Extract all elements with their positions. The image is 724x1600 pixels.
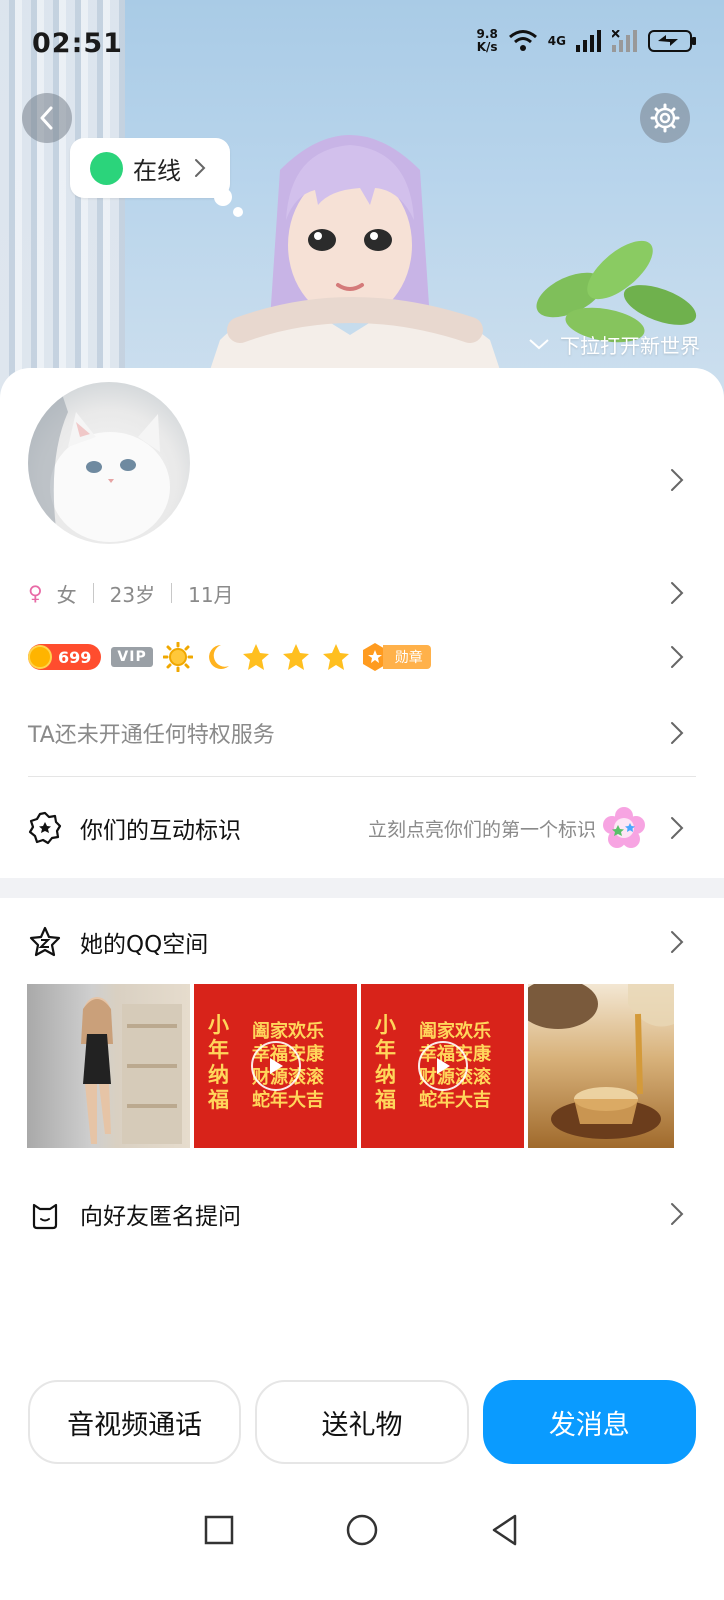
cat-avatar-image [28, 382, 170, 544]
status-time: 02:51 [32, 28, 123, 59]
badges-row[interactable]: 699 VIP 勋章 [0, 634, 724, 680]
hero-avatar-character [210, 135, 500, 370]
bubble-tail [214, 188, 232, 206]
qzone-photo[interactable] [27, 984, 190, 1148]
cat-face-icon [32, 1203, 58, 1230]
qzone-title: 她的QQ空间 [80, 932, 209, 958]
chevron-right-icon [671, 931, 684, 953]
action-bar: 音视频通话 送礼物 发消息 [28, 1380, 696, 1464]
wifi-icon [508, 30, 537, 51]
recent-apps-icon[interactable] [203, 1514, 235, 1546]
birthday: 11月 [188, 582, 234, 607]
coin-icon [28, 645, 52, 669]
coin-badge: 699 [28, 644, 102, 670]
qzone-video-thumbnail[interactable]: 小年 纳福 阖家欢乐 幸福安康 财源滚滚 蛇年大吉 [361, 984, 524, 1148]
settings-button[interactable] [640, 93, 690, 143]
flower-icon [603, 807, 645, 848]
qzone-row[interactable]: 她的QQ空间 [0, 916, 724, 968]
qzone-star-icon [29, 926, 61, 957]
home-icon[interactable] [345, 1513, 379, 1547]
star-icon [282, 644, 309, 670]
photo-person-image [81, 997, 182, 1144]
interaction-badge-icon [28, 811, 62, 845]
profile-hero[interactable]: 02:51 9.8 K/s 4G 在线 下拉打开新世界 [0, 0, 724, 420]
chevron-right-icon [671, 582, 684, 604]
interaction-mark-row[interactable]: 你们的互动标识 立刻点亮你们的第一个标识 [0, 798, 724, 858]
status-bar: 02:51 9.8 K/s 4G [0, 0, 724, 90]
basic-info-row[interactable]: ♀ 女 23岁 11月 [0, 568, 724, 618]
profile-detail-chevron[interactable] [670, 468, 684, 492]
network-speed: 9.8 K/s [477, 28, 498, 54]
avatar[interactable] [28, 382, 190, 544]
network-type: 4G [547, 34, 566, 48]
send-gift-button[interactable]: 送礼物 [255, 1380, 469, 1464]
star-icon [242, 644, 269, 670]
online-status-label: 在线 [133, 156, 181, 185]
pull-down-hint: 下拉打开新世界 [528, 330, 700, 359]
chevron-right-icon [671, 646, 684, 668]
video-call-button[interactable]: 音视频通话 [28, 1380, 242, 1464]
chevron-down-icon [529, 338, 549, 349]
network-speed-unit: K/s [476, 40, 498, 54]
separator [171, 583, 173, 603]
chevron-left-icon [40, 106, 53, 130]
medal-label: 勋章 [382, 645, 431, 669]
qzone-photo[interactable] [528, 984, 674, 1148]
qzone-video-thumbnail[interactable]: 小年 纳福 阖家欢乐 幸福安康 财源滚滚 蛇年大吉 [194, 984, 357, 1148]
coin-count: 699 [58, 647, 92, 667]
pull-down-hint-text: 下拉打开新世界 [560, 334, 700, 358]
privilege-row[interactable]: TA还未开通任何特权服务 [0, 708, 724, 758]
chevron-right-icon [195, 159, 206, 177]
section-separator [0, 878, 724, 898]
online-dot [90, 151, 123, 185]
play-icon [417, 1041, 468, 1091]
battery-charging-icon [648, 30, 696, 52]
vip-badge: VIP [111, 647, 153, 667]
interaction-title: 你们的互动标识 [80, 818, 241, 844]
privilege-text: TA还未开通任何特权服务 [28, 723, 275, 748]
send-message-button[interactable]: 发消息 [482, 1380, 696, 1464]
female-icon: ♀ [28, 581, 43, 605]
status-icons: 9.8 K/s 4G [477, 28, 698, 54]
star-icon [322, 644, 349, 670]
anonymous-question-title: 向好友匿名提问 [80, 1204, 241, 1230]
divider [28, 776, 696, 777]
online-status-bubble[interactable]: 在线 [70, 138, 230, 198]
chevron-right-icon [671, 1203, 684, 1225]
chevron-right-icon [671, 722, 684, 744]
system-navigation-bar [0, 1490, 724, 1570]
moon-icon [208, 645, 229, 669]
age: 23岁 [109, 582, 156, 607]
signal-no-service-icon [612, 30, 637, 52]
sun-icon [162, 642, 193, 672]
gear-icon [650, 103, 680, 133]
qzone-photos: 小年 纳福 阖家欢乐 幸福安康 财源滚滚 蛇年大吉 小年 纳福 阖家欢乐 幸福安康 财… [27, 984, 697, 1148]
interaction-hint-text: 立刻点亮你们的第一个标识 [367, 818, 596, 841]
tea-image [528, 984, 674, 1139]
bubble-tail-small [233, 207, 243, 217]
play-icon [250, 1041, 301, 1091]
medal-badge: 勋章 [361, 642, 431, 672]
gender: 女 [56, 582, 77, 607]
back-nav-icon[interactable] [489, 1513, 521, 1547]
separator [92, 583, 94, 603]
video-side-text: 小年 纳福 [375, 1012, 396, 1112]
video-side-text: 小年 纳福 [208, 1012, 229, 1112]
interaction-hint: 立刻点亮你们的第一个标识 [368, 806, 646, 850]
anonymous-question-row[interactable]: 向好友匿名提问 [0, 1188, 724, 1240]
signal-icon [576, 30, 601, 52]
back-button[interactable] [22, 93, 72, 143]
chevron-right-icon [671, 817, 684, 839]
